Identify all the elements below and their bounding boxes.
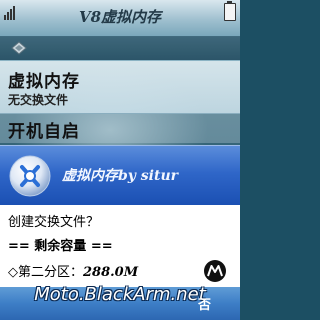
list-item-label: 虚拟内存: [8, 72, 80, 92]
menu-icon[interactable]: [10, 39, 28, 57]
partition-label: ◇第二分区：: [8, 265, 83, 280]
app-logo-icon: [9, 155, 51, 197]
title-bar: V8虚拟内存: [0, 0, 240, 37]
battery-icon: [224, 1, 236, 21]
motorola-logo-icon: [204, 260, 226, 282]
app-title: V8虚拟内存: [78, 8, 162, 26]
list-item-status: 无交换文件: [8, 93, 69, 107]
partition-info: ◇第二分区：288.0M: [8, 261, 138, 280]
remaining-capacity-heading: == 剩余容量 ==: [8, 239, 113, 254]
softkey-no-button[interactable]: 否: [198, 294, 211, 313]
dialog-title: 虚拟内存by situr: [62, 168, 179, 184]
dialog-question: 创建交换文件？: [8, 215, 100, 230]
dialog-body: 创建交换文件？ == 剩余容量 == ◇第二分区：288.0M: [0, 205, 240, 287]
partition-value: 288.0M: [83, 265, 139, 280]
list-item-autostart[interactable]: 开机自启: [0, 113, 240, 143]
list-item-virtual-memory[interactable]: 虚拟内存 无交换文件: [0, 60, 240, 114]
list-item-label: 开机自启: [8, 122, 80, 142]
menu-bar: [0, 36, 240, 61]
dialog-header: 虚拟内存by situr: [0, 145, 240, 206]
